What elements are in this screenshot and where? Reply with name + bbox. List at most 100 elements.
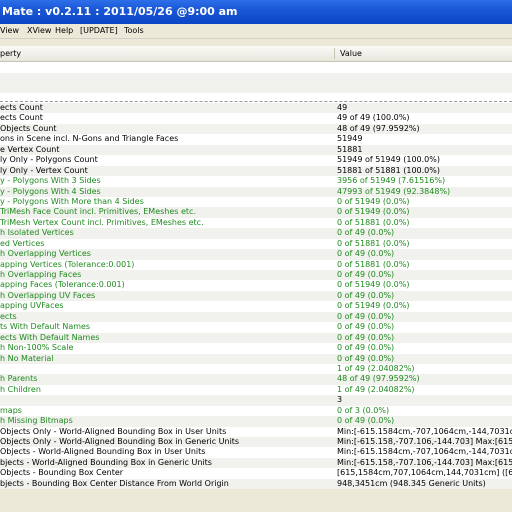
- table-row[interactable]: ects Count 49: [0, 103, 512, 114]
- table-row[interactable]: ly Only - Polygons Count 51949 of 51949 (…: [0, 155, 512, 166]
- menu-help[interactable]: Help: [55, 24, 73, 38]
- property-cell: h Non-100% Scale: [0, 343, 74, 353]
- table-row[interactable]: 3: [0, 395, 512, 406]
- table-row[interactable]: Objects Count 48 of 49 (97.9592%): [0, 123, 512, 135]
- table-row[interactable]: apping Faces (Tolerance:0.001) 0 of 51949…: [0, 280, 512, 291]
- property-cell: Objects Only - World-Aligned Bounding Bo…: [0, 437, 240, 446]
- property-cell: ects Count: [0, 103, 43, 112]
- table-row[interactable]: h Overlapping UV Faces 0 of 49 (0.0%): [0, 290, 512, 302]
- table-row[interactable]: h No Material 0 of 49 (0.0%): [0, 353, 512, 364]
- table-row[interactable]: Objects Only - World-Aligned Bounding Bo…: [0, 437, 512, 448]
- title-bar[interactable]: Mate : v0.2.11 : 2011/05/26 @9:00 am: [0, 0, 512, 24]
- table-row[interactable]: maps 0 of 3 (0.0%): [0, 405, 512, 417]
- property-cell: y - Polygons With 3 Sides: [0, 176, 101, 186]
- table-row[interactable]: Objects Only - World-Aligned Bounding Bo…: [0, 426, 512, 437]
- value-cell: 0 of 49 (0.0%): [337, 353, 395, 363]
- column-divider[interactable]: [334, 48, 335, 59]
- table-row[interactable]: y - Polygons With More than 4 Sides 0 of …: [0, 196, 512, 208]
- value-cell: 948,3451cm (948.345 Generic Units): [337, 478, 486, 488]
- table-row[interactable]: 1 of 49 (2.04082%): [0, 363, 512, 375]
- property-cell: Objects Count: [0, 123, 57, 133]
- value-cell: 0 of 51949 (0.0%): [337, 301, 410, 311]
- property-cell: ects: [0, 311, 17, 321]
- table-row[interactable]: ts With Default Names 0 of 49 (0.0%): [0, 322, 512, 333]
- property-cell: y - Polygons With More than 4 Sides: [0, 196, 144, 206]
- table-row[interactable]: ed Vertices 0 of 51881 (0.0%): [0, 238, 512, 250]
- table-row[interactable]: h Children 1 of 49 (2.04082%): [0, 384, 512, 396]
- property-cell: e Vertex Count: [0, 144, 60, 154]
- value-cell: 0 of 49 (0.0%): [337, 270, 395, 279]
- table-row[interactable]: bjects - World-Aligned Bounding Box in G…: [0, 457, 512, 469]
- value-cell: 3: [337, 395, 343, 405]
- value-cell: 51949: [337, 134, 363, 144]
- value-cell: 0 of 49 (0.0%): [337, 416, 395, 426]
- value-cell: Min:[-615.1584cm,-707,1064cm,-144,7031cm…: [337, 426, 512, 436]
- table-row[interactable]: h Overlapping Faces 0 of 49 (0.0%): [0, 270, 512, 281]
- value-cell: 51949 of 51949 (100.0%): [337, 155, 440, 165]
- value-cell: 0 of 51949 (0.0%): [337, 207, 410, 217]
- value-cell: 0 of 51881 (0.0%): [337, 238, 410, 248]
- property-cell: ly Only - Polygons Count: [0, 155, 98, 165]
- menu-update[interactable]: [UPDATE]: [80, 24, 118, 38]
- table-row[interactable]: ly Only - Vertex Count 51881 of 51881 (10…: [0, 165, 512, 177]
- property-cell: maps: [0, 405, 22, 415]
- table-row[interactable]: y - Polygons With 3 Sides 3956 of 51949 (…: [0, 176, 512, 187]
- property-column-header[interactable]: perty: [0, 46, 21, 61]
- table-row[interactable]: h Overlapping Vertices 0 of 49 (0.0%): [0, 249, 512, 260]
- window-title: Mate : v0.2.11 : 2011/05/26 @9:00 am: [2, 5, 238, 18]
- value-cell: 0 of 49 (0.0%): [337, 343, 395, 353]
- value-cell: 51881: [337, 144, 363, 154]
- menu-tools[interactable]: Tools: [124, 24, 144, 38]
- table-row[interactable]: e Vertex Count 51881: [0, 144, 512, 156]
- property-cell: h Isolated Vertices: [0, 228, 74, 238]
- table-row[interactable]: h Parents 48 of 49 (97.9592%): [0, 374, 512, 385]
- property-cell: TriMesh Vertex Count incl. Primitives, E…: [0, 217, 204, 227]
- menu-xview[interactable]: XView: [27, 24, 51, 38]
- menu-view[interactable]: View: [0, 24, 19, 38]
- property-cell: Objects - Bounding Box Center: [0, 468, 124, 478]
- value-cell: Min:[-615.1584cm,-707,1064cm,-144,7031cm…: [337, 447, 512, 457]
- table-row[interactable]: ects Count 49 of 49 (100.0%): [0, 113, 512, 124]
- value-cell: 51881 of 51881 (100.0%): [337, 165, 440, 175]
- table-row[interactable]: ons in Scene incl. N-Gons and Triangle F…: [0, 134, 512, 145]
- section-divider: [0, 101, 512, 102]
- blank-row: [0, 73, 512, 93]
- property-cell: ly Only - Vertex Count: [0, 165, 88, 175]
- table-row[interactable]: y - Polygons With 4 Sides 47993 of 51949 …: [0, 186, 512, 197]
- value-cell: 0 of 49 (0.0%): [337, 290, 395, 300]
- value-cell: 0 of 51881 (0.0%): [337, 217, 410, 227]
- property-cell: ed Vertices: [0, 238, 45, 248]
- table-row[interactable]: h Non-100% Scale 0 of 49 (0.0%): [0, 343, 512, 354]
- value-cell: 0 of 51949 (0.0%): [337, 196, 410, 206]
- value-cell: 47993 of 51949 (92.3848%): [337, 186, 451, 196]
- value-cell: 0 of 51881 (0.0%): [337, 259, 410, 269]
- value-cell: 0 of 49 (0.0%): [337, 322, 395, 332]
- table-row[interactable]: ects 0 of 49 (0.0%): [0, 311, 512, 323]
- property-cell: bjects - Bounding Box Center Distance Fr…: [0, 478, 229, 488]
- table-row[interactable]: Objects - World-Aligned Bounding Box in …: [0, 447, 512, 458]
- value-cell: 0 of 51949 (0.0%): [337, 280, 410, 290]
- table-row[interactable]: TriMesh Face Count incl. Primitives, EMe…: [0, 207, 512, 218]
- properties-list: ects Count 49 ects Count 49 of 49 (100.0%) O…: [0, 103, 512, 490]
- property-cell: apping Faces (Tolerance:0.001): [0, 280, 125, 290]
- property-cell: h Children: [0, 384, 41, 394]
- property-cell: ons in Scene incl. N-Gons and Triangle F…: [0, 134, 179, 144]
- table-row[interactable]: ects With Default Names 0 of 49 (0.0%): [0, 332, 512, 344]
- property-cell: h Missing Bitmaps: [0, 416, 73, 426]
- property-cell: apping Vertices (Tolerance:0.001): [0, 259, 135, 269]
- value-cell: Min:[-615.158,-707.106,-144.703] Max:[61…: [337, 437, 512, 446]
- table-row[interactable]: h Missing Bitmaps 0 of 49 (0.0%): [0, 416, 512, 427]
- property-cell: h No Material: [0, 353, 54, 363]
- property-cell: bjects - World-Aligned Bounding Box in G…: [0, 457, 212, 467]
- table-row[interactable]: h Isolated Vertices 0 of 49 (0.0%): [0, 228, 512, 239]
- table-row[interactable]: bjects - Bounding Box Center Distance Fr…: [0, 478, 512, 490]
- table-row[interactable]: apping Vertices (Tolerance:0.001) 0 of 51…: [0, 259, 512, 270]
- property-cell: TriMesh Face Count incl. Primitives, EMe…: [0, 207, 196, 217]
- value-cell: 48 of 49 (97.9592%): [337, 123, 420, 133]
- value-column-header[interactable]: Value: [340, 46, 362, 61]
- table-row[interactable]: TriMesh Vertex Count incl. Primitives, E…: [0, 217, 512, 229]
- value-cell: Min:[-615.158,-707.106,-144.703] Max:[61…: [337, 457, 512, 467]
- value-cell: 1 of 49 (2.04082%): [337, 384, 415, 394]
- table-row[interactable]: apping UVFaces 0 of 51949 (0.0%): [0, 301, 512, 312]
- table-row[interactable]: Objects - Bounding Box Center [615,1584cm…: [0, 468, 512, 479]
